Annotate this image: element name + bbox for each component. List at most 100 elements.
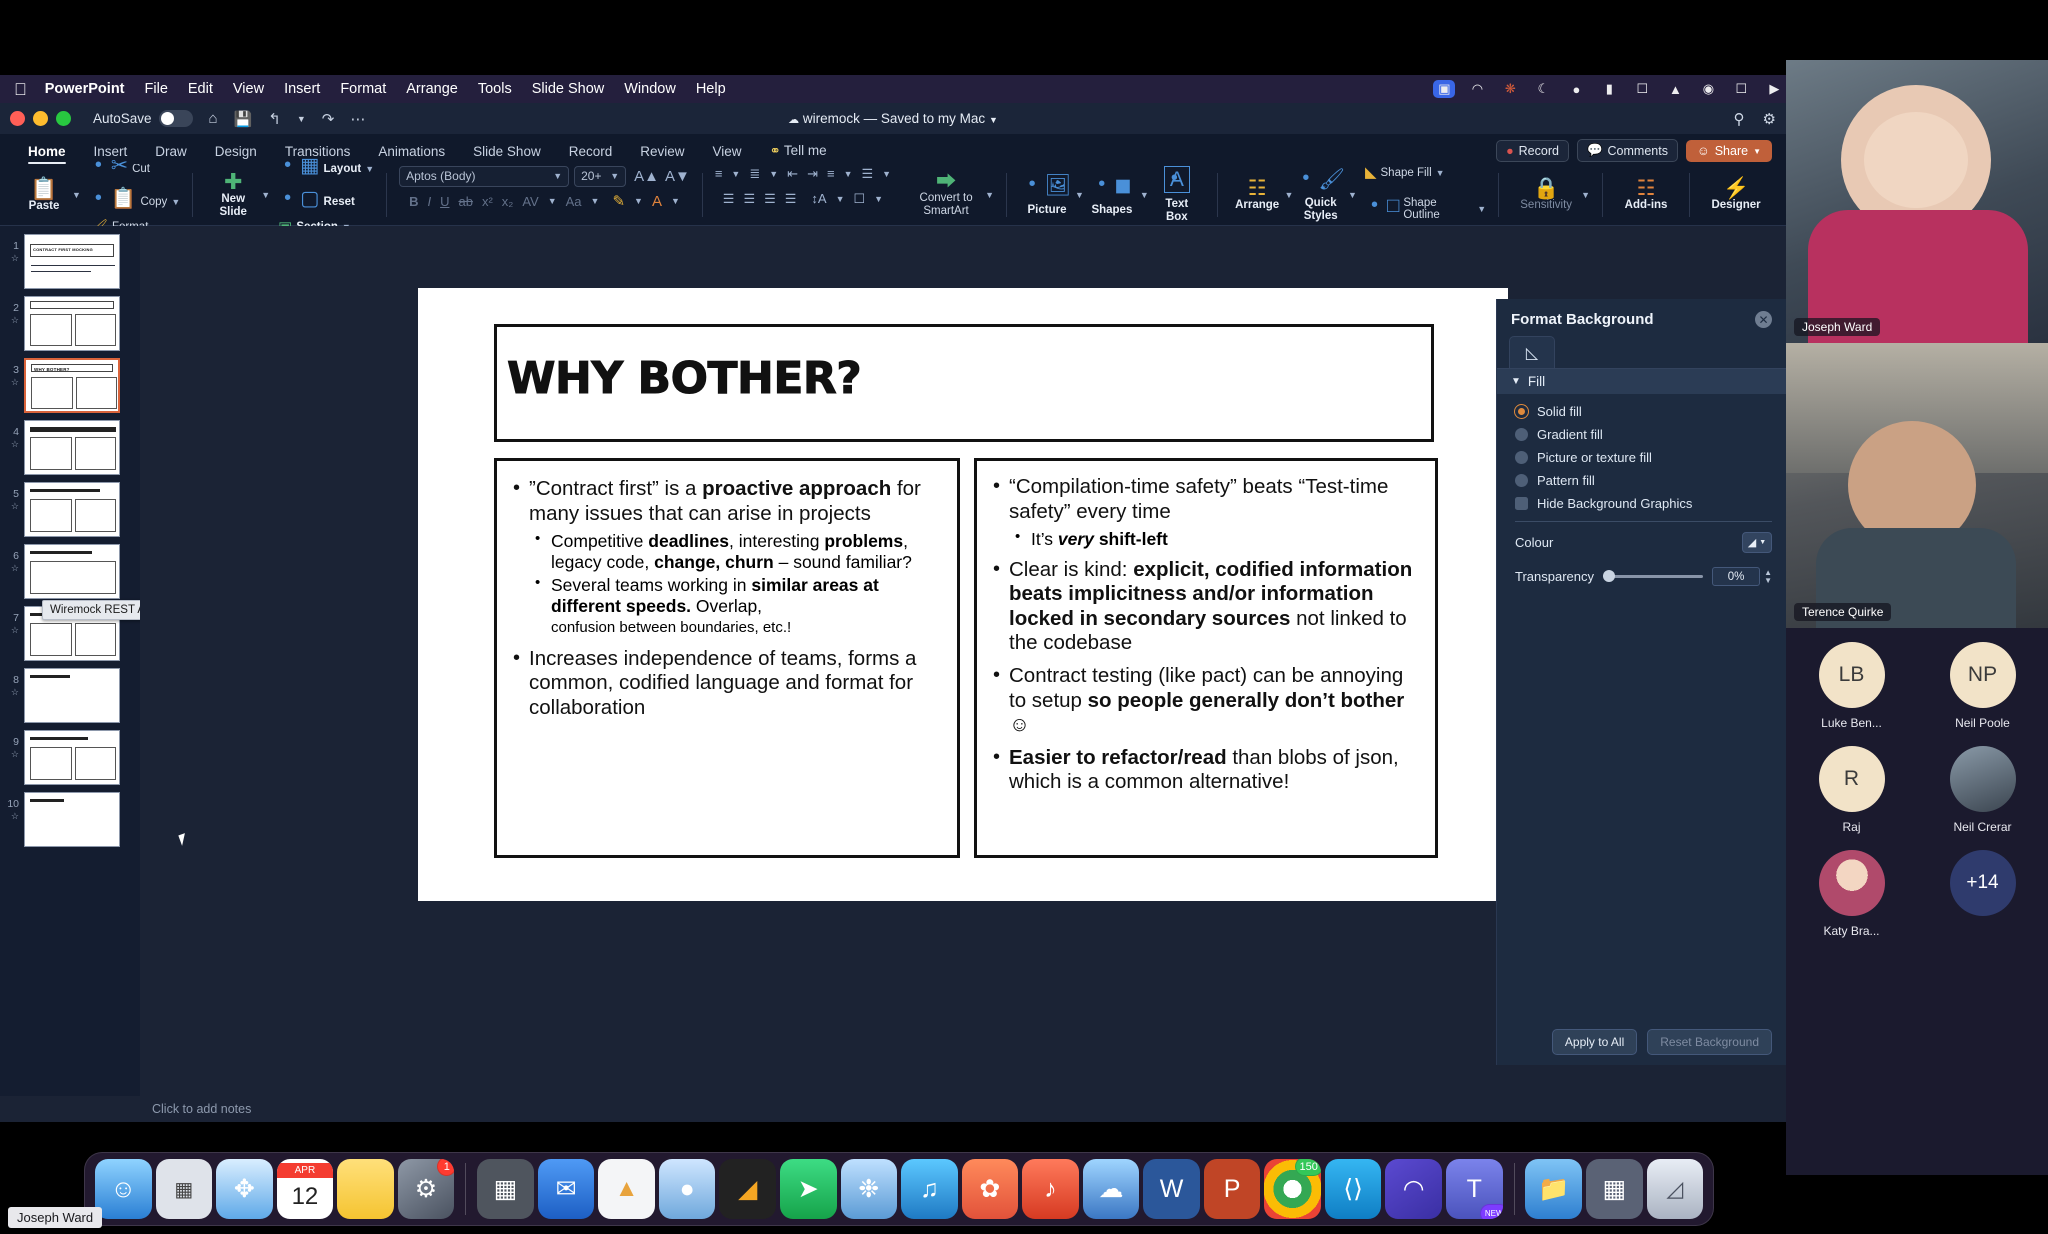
close-window-button[interactable] <box>10 111 25 126</box>
word-icon[interactable]: W <box>1143 1159 1200 1219</box>
participant-overflow[interactable]: +14 <box>1917 850 2048 938</box>
record-button[interactable]: ● Record <box>1496 140 1569 162</box>
picture-button[interactable]: 🖼 Picture <box>1019 172 1075 215</box>
columns-icon[interactable]: ☰ <box>862 166 874 182</box>
participant-raj[interactable]: R Raj <box>1786 746 1917 834</box>
slack-workspace-icon[interactable]: ◠ <box>1385 1159 1442 1219</box>
shapes-caret-icon[interactable]: ▼ <box>1140 190 1149 200</box>
reset-background-button[interactable]: Reset Background <box>1647 1029 1772 1055</box>
italic-button[interactable]: I <box>427 194 431 209</box>
transparency-value[interactable]: 0% <box>1712 567 1761 586</box>
teams-icon[interactable]: T NEW <box>1445 1159 1503 1219</box>
arrange-button[interactable]: ☷ Arrange <box>1230 178 1285 211</box>
menu-slide-show[interactable]: Slide Show <box>532 81 605 97</box>
font-colour-icon[interactable]: A <box>652 194 662 209</box>
finder-icon[interactable]: ☺ <box>95 1159 152 1219</box>
vscode-icon[interactable]: ⟨⟩ <box>1324 1159 1382 1219</box>
outlook-icon[interactable]: ✉ <box>537 1159 595 1219</box>
menu-arrange[interactable]: Arrange <box>406 81 458 97</box>
text-direction-icon[interactable]: ↕A <box>811 191 826 206</box>
layout-caret-icon[interactable]: ▼ <box>365 164 374 174</box>
apply-to-all-button[interactable]: Apply to All <box>1551 1029 1638 1055</box>
bullets-icon[interactable]: ≡ <box>715 166 723 181</box>
skype-icon[interactable]: ☁ <box>1082 1159 1140 1219</box>
new-slide-caret-icon[interactable]: ▼ <box>261 190 270 200</box>
outlook-icon[interactable]: ☐ <box>1631 80 1653 98</box>
menu-file[interactable]: File <box>145 81 168 97</box>
change-case-button[interactable]: Aa <box>566 194 582 209</box>
system-settings-icon[interactable]: ⚙ 1 <box>397 1159 455 1219</box>
option-picture-or-texture-fill[interactable]: Picture or texture fill <box>1515 450 1772 465</box>
ribbon-options-icon[interactable]: ⚙ <box>1763 110 1776 128</box>
apple-logo-icon[interactable]:  <box>14 81 27 98</box>
spotify-icon[interactable]: ◉ <box>1697 80 1719 98</box>
slide-thumbnail-panel[interactable]: 1 ☆ CONTRACT FIRST MOCKING 2 ☆ 3 ☆ WHY B… <box>0 226 140 1096</box>
calculator-icon[interactable]: ▦ <box>477 1159 534 1219</box>
vlc-icon[interactable]: ▲ <box>1664 80 1686 98</box>
teams-icon[interactable]: ❋ <box>1499 80 1521 98</box>
slide-left-content-box[interactable]: ”Contract first” is a proactive approach… <box>494 458 960 858</box>
text-highlight-icon[interactable]: ✎ <box>612 194 625 209</box>
line-spacing-icon[interactable]: ≡ <box>827 166 835 181</box>
slide-right-content-box[interactable]: “Compilation-time safety” beats “Test-ti… <box>974 458 1438 858</box>
colour-picker-button[interactable]: ◢ ▼ <box>1742 532 1772 553</box>
subscript-button[interactable]: x₂ <box>502 194 514 209</box>
convert-to-smartart-button[interactable]: ⮕ Convert to SmartArt <box>907 172 985 217</box>
trash-icon[interactable]: ◿ <box>1646 1159 1704 1219</box>
thumbnail-slide-3[interactable]: 3 ☆ WHY BOTHER? <box>6 358 140 413</box>
maximise-window-button[interactable] <box>56 111 71 126</box>
slide-title-placeholder[interactable]: WHY BOTHER? <box>494 324 1434 442</box>
character-spacing-button[interactable]: AV <box>522 194 538 209</box>
tab-animations[interactable]: Animations <box>364 144 459 164</box>
battery-widget-icon[interactable]: ▮ <box>1598 80 1620 98</box>
transparency-slider[interactable] <box>1603 570 1704 582</box>
menu-format[interactable]: Format <box>340 81 386 97</box>
increase-indent-icon[interactable]: ⇥ <box>807 166 818 182</box>
menu-insert[interactable]: Insert <box>284 81 320 97</box>
photos-icon[interactable]: ✿ <box>961 1159 1019 1219</box>
stepper-icon[interactable]: ▲ ▼ <box>1764 568 1772 585</box>
arrange-caret-icon[interactable]: ▼ <box>1284 190 1293 200</box>
spotify-icon[interactable]: ♫ <box>901 1159 958 1219</box>
copy-caret-icon[interactable]: ▼ <box>171 197 180 207</box>
sensitivity-button[interactable]: 🔒 Sensitivity <box>1511 178 1581 211</box>
thumbnail-slide-1[interactable]: 1 ☆ CONTRACT FIRST MOCKING <box>6 234 140 289</box>
align-right-icon[interactable]: ☰ <box>764 191 776 207</box>
telegram-icon[interactable]: ➤ <box>779 1159 837 1219</box>
music-icon[interactable]: ♪ <box>1022 1159 1079 1219</box>
tab-tell-me[interactable]: ⚭ Tell me <box>756 143 841 164</box>
bell-icon[interactable]: ● <box>1565 80 1587 98</box>
sensitivity-caret-icon[interactable]: ▼ <box>1581 190 1590 200</box>
fill-section-header[interactable]: ▼ Fill <box>1497 369 1786 394</box>
preview-icon[interactable]: ● <box>658 1159 716 1219</box>
copy-button[interactable]: 📋 Copy ▼ <box>89 186 180 217</box>
smartart-caret-icon[interactable]: ▼ <box>985 190 994 200</box>
thumbnail-slide-8[interactable]: 8 ☆ <box>6 668 140 723</box>
undo-icon[interactable]: ↰ <box>268 110 281 128</box>
tab-slide-show[interactable]: Slide Show <box>459 144 555 164</box>
shape-fill-button[interactable]: ◣ Shape Fill ▼ <box>1365 165 1486 180</box>
downloads-folder-icon[interactable]: 📁 <box>1525 1159 1582 1219</box>
option-pattern-fill[interactable]: Pattern fill <box>1515 473 1772 488</box>
redo-icon[interactable]: ↷ <box>322 110 335 128</box>
picture-caret-icon[interactable]: ▼ <box>1075 190 1084 200</box>
new-slide-button[interactable]: ✚ New Slide <box>205 170 261 218</box>
bold-button[interactable]: B <box>409 194 418 209</box>
focus-icon[interactable]: ☾ <box>1532 80 1554 98</box>
thumbnail-slide-10[interactable]: 10 ☆ <box>6 792 140 847</box>
align-center-icon[interactable]: ☰ <box>743 191 755 207</box>
shapes-button[interactable]: ◼ Shapes <box>1084 172 1140 215</box>
video-tile-terence-quirke[interactable]: Terence Quirke <box>1786 343 2048 628</box>
thumbnail-slide-5[interactable]: 5 ☆ <box>6 482 140 537</box>
fill-bucket-icon[interactable]: ◺ <box>1509 336 1555 368</box>
thumbnail-slide-2[interactable]: 2 ☆ <box>6 296 140 351</box>
align-left-icon[interactable]: ☰ <box>723 191 735 207</box>
thumbnail-slide-6[interactable]: 6 ☆ <box>6 544 140 599</box>
notes-icon[interactable] <box>337 1159 394 1219</box>
launchpad-icon[interactable]: ▦ <box>155 1159 213 1219</box>
comments-button[interactable]: 💬 Comments <box>1576 139 1678 162</box>
decrease-indent-icon[interactable]: ⇤ <box>787 166 798 182</box>
safari-icon[interactable]: ✥ <box>216 1159 273 1219</box>
tab-draw[interactable]: Draw <box>141 144 201 164</box>
slack-icon[interactable]: ❉ <box>840 1159 898 1219</box>
